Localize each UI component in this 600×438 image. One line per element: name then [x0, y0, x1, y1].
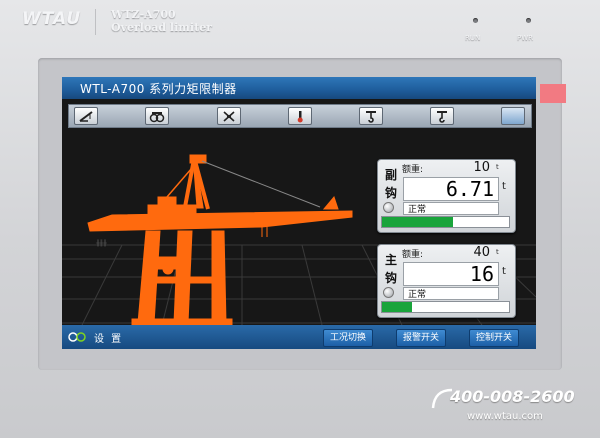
aux-hook-icon[interactable]	[430, 107, 454, 125]
aux-load-unit: t	[502, 181, 506, 192]
main-hook-icon[interactable]	[359, 107, 383, 125]
main-rated-label: 额重:	[402, 250, 424, 260]
model-subtitle: Overload limiter	[111, 21, 212, 34]
aux-load-value: 6.71	[445, 177, 494, 201]
hotline-number: 400-008-2600	[450, 387, 575, 406]
brand-logo: WTAU	[22, 9, 82, 29]
slewing-icon[interactable]	[217, 107, 241, 125]
aux-rated-unit: t	[496, 163, 499, 171]
device-bezel: WTAU WTZ-A700 Overload limiter RUN PWR W…	[0, 0, 600, 438]
main-status-box: 正常	[403, 287, 499, 300]
settings-icon	[68, 332, 86, 342]
thermometer-icon[interactable]	[288, 107, 312, 125]
lcd-screen: WTL-A700 系列力矩限制器 ╫╫╫ 副 钩 额重: 10 t 6.71 t…	[62, 77, 536, 349]
model-label: WTZ-A700 Overload limiter	[111, 8, 212, 34]
power-led	[526, 18, 531, 23]
mode-switch-button[interactable]: 工况切换	[323, 329, 374, 347]
main-load-bar	[381, 301, 510, 313]
main-rated-value: 40	[473, 245, 490, 260]
main-load-box: 16	[403, 262, 499, 286]
aux-load-box: 6.71	[403, 177, 499, 201]
settings-button[interactable]: 设 置	[68, 329, 123, 345]
aux-load-bar	[381, 216, 510, 228]
aux-load-bar-fill	[382, 217, 454, 227]
main-hook-title: 主 钩	[382, 248, 400, 290]
blank-icon[interactable]	[501, 107, 525, 125]
run-led	[473, 18, 478, 23]
aux-rated-value: 10	[473, 160, 490, 175]
svg-text:╫╫╫: ╫╫╫	[95, 239, 107, 247]
screen-titlebar: WTL-A700 系列力矩限制器	[62, 77, 536, 99]
aux-hook-char2: 钩	[384, 186, 397, 200]
run-led-label: RUN	[465, 34, 481, 42]
boom-crane-icon[interactable]	[74, 107, 98, 125]
icon-toolbar	[68, 104, 532, 128]
aux-status-indicator	[383, 202, 394, 213]
aux-hook-title: 副 钩	[382, 163, 400, 205]
settings-label: 设 置	[94, 333, 124, 345]
main-rated-unit: t	[496, 248, 499, 256]
main-load-bar-fill	[382, 302, 413, 312]
control-switch-button[interactable]: 控制开关	[469, 329, 520, 347]
aux-rated-label: 额重:	[402, 165, 424, 175]
main-status-text: 正常	[408, 290, 427, 300]
website-url: www.wtau.com	[467, 411, 543, 422]
model-name: WTZ-A700	[111, 8, 176, 21]
bottom-bar: 设 置 工况切换 报警开关 控制开关	[62, 325, 536, 349]
main-load-value: 16	[469, 262, 494, 286]
tire-icon[interactable]	[145, 107, 169, 125]
screen-title: WTL-A700 系列力矩限制器	[80, 82, 237, 96]
aux-status-box: 正常	[403, 202, 499, 215]
power-led-label: PWR	[517, 34, 534, 42]
main-hook-char2: 钩	[384, 271, 397, 285]
alarm-switch-button[interactable]: 报警开关	[396, 329, 447, 347]
aux-status-text: 正常	[408, 205, 427, 215]
logo-divider	[95, 9, 96, 35]
accent-stripe	[540, 84, 566, 103]
main-status-indicator	[383, 287, 394, 298]
aux-hook-card: 副 钩 额重: 10 t 6.71 t 正常	[377, 159, 516, 233]
main-hook-card: 主 钩 额重: 40 t 16 t 正常	[377, 244, 516, 318]
main-load-unit: t	[502, 266, 506, 277]
